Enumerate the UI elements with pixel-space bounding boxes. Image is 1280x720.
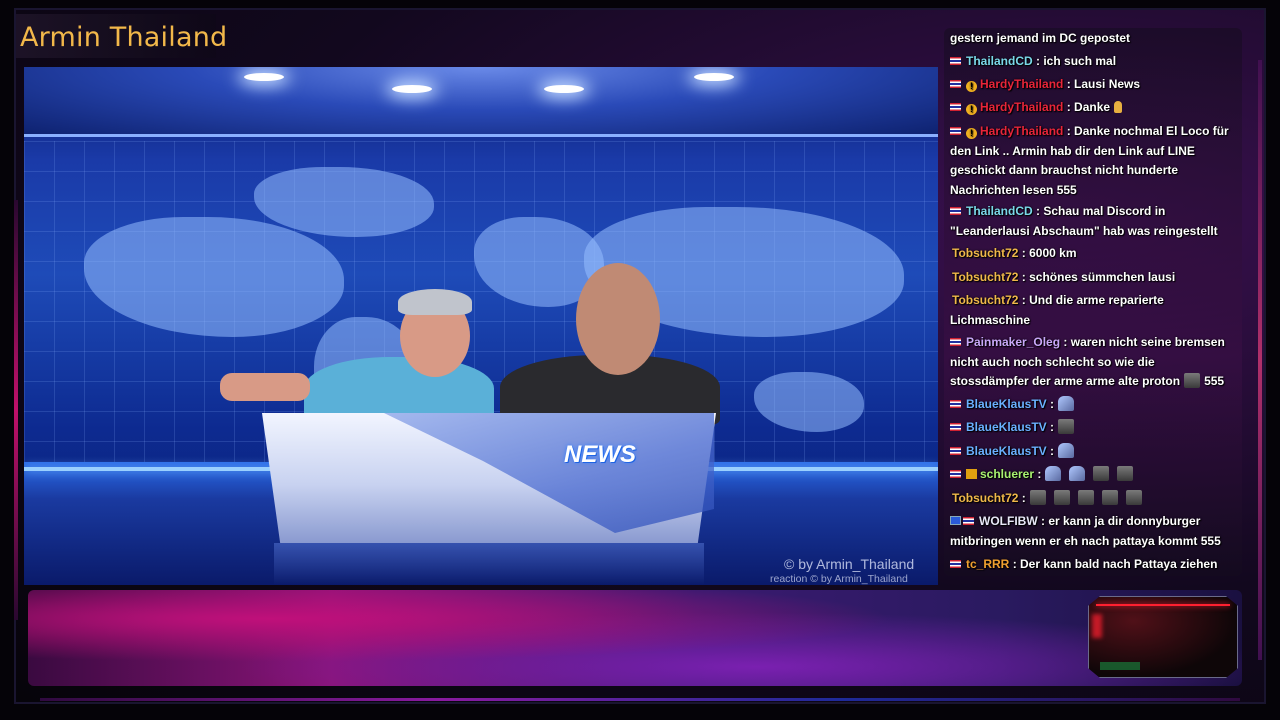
emote-icon [1058,396,1075,411]
chat-message: schluerer : [950,465,1236,485]
ceiling-light-icon [544,85,584,93]
chat-overlay: gestern jemand im DC gepostet ThailandCD… [944,28,1242,576]
subscriber-badge-icon: ! [966,128,977,139]
emote-icon [1029,490,1046,505]
thai-flag-icon [950,447,961,455]
presenter-left-arm [220,373,310,401]
emote-icon [1069,466,1086,481]
chat-username[interactable]: schluerer [980,467,1034,481]
chat-message: ! HardyThailand : Lausi News [950,75,1236,95]
chat-username[interactable]: Tobsucht72 [952,270,1018,284]
chat-message: ThailandCD : ich such mal [950,52,1236,72]
eu-flag-icon [950,516,961,525]
chat-message: Tobsucht72 : schönes sümmchen lausi [950,268,1236,288]
chat-message: Painmaker_Oleg : waren nicht seine brems… [950,333,1236,392]
chat-message: gestern jemand im DC gepostet [950,29,1236,49]
thai-flag-icon [950,560,961,568]
chat-message: BlaueKlausTV : [950,442,1236,462]
thai-flag-icon [950,207,961,215]
chat-username[interactable]: HardyThailand [980,124,1063,138]
thai-flag-icon [950,423,961,431]
chat-message: BlaueKlausTV : [950,418,1236,438]
thai-flag-icon [950,57,961,65]
subscriber-badge-icon: ! [966,104,977,115]
chat-username[interactable]: Tobsucht72 [952,246,1018,260]
thai-flag-icon [950,127,961,135]
frame-glow-left [14,200,18,620]
presenter-left-hair [398,289,472,315]
thai-flag-icon [950,400,961,408]
message-text: : [1021,491,1026,505]
chat-username[interactable]: HardyThailand [980,77,1063,91]
chat-username[interactable]: BlaueKlausTV [966,444,1047,458]
thai-flag-icon [950,103,961,111]
frame-glow-bottom [40,698,1240,701]
presenter-right-head [576,263,660,375]
chat-username[interactable]: Painmaker_Oleg [966,335,1060,349]
lower-third-bar [28,590,1242,686]
webcam-red-light [1096,604,1230,606]
message-text: : Danke [1066,100,1111,114]
emote-icon [1125,490,1142,505]
chat-username[interactable]: Tobsucht72 [952,293,1018,307]
chat-message: ThailandCD : Schau mal Discord in "Leand… [950,202,1236,241]
chat-message: ! HardyThailand : Danke [950,98,1236,118]
subscriber-badge-icon [966,469,977,479]
emote-icon [1058,419,1075,434]
pray-hands-icon [1114,101,1123,113]
chat-username[interactable]: ThailandCD [966,54,1033,68]
thai-flag-icon [950,470,961,478]
message-text: : [1050,420,1055,434]
subscriber-badge-icon: ! [966,81,977,92]
frame-glow-right [1258,60,1262,660]
chat-message: WOLFIBW : er kann ja dir donnyburger mit… [950,512,1236,551]
thai-flag-icon [950,338,961,346]
message-text: : Der kann bald nach Pattaya ziehen [1012,557,1218,571]
chat-username[interactable]: BlaueKlausTV [966,420,1047,434]
emote-icon [1101,490,1118,505]
message-text: : [1050,397,1055,411]
emote-icon [1093,466,1110,481]
emote-icon [1045,466,1062,481]
ceiling-light-icon [392,85,432,93]
message-text: : [1050,444,1055,458]
chat-username[interactable]: ThailandCD [966,204,1033,218]
message-text: : ich such mal [1036,54,1117,68]
stream-title: Armin Thailand [20,22,228,53]
news-desk-label: NEWS [564,441,636,468]
studio-ceiling [24,67,938,137]
chat-username[interactable]: Tobsucht72 [952,491,1018,505]
chat-message: Tobsucht72 : 6000 km [950,244,1236,264]
chat-username[interactable]: BlaueKlausTV [966,397,1047,411]
webcam-floor [1100,662,1140,670]
chat-message: Tobsucht72 : Und die arme reparierte Lic… [950,291,1236,330]
message-text: : schönes sümmchen lausi [1021,270,1176,284]
chat-username[interactable]: HardyThailand [980,100,1063,114]
message-suffix: 555 [1204,374,1225,388]
chat-username[interactable]: tc_RRR [966,557,1009,571]
thai-flag-icon [950,80,961,88]
chat-username[interactable]: WOLFIBW [979,514,1038,528]
video-feed: NEWS © by Armin_Thailand reaction © by A… [24,67,938,585]
ceiling-light-icon [694,73,734,81]
webcam-glow [1092,614,1102,638]
thai-flag-icon [963,517,974,525]
desk-reflection [274,543,704,585]
watermark-sub: reaction © by Armin_Thailand [770,573,908,585]
ceiling-light-icon [244,73,284,81]
chat-message: BlaueKlausTV : [950,395,1236,415]
message-text: : 6000 km [1021,246,1077,260]
watermark: © by Armin_Thailand [784,556,915,572]
emote-icon [1117,466,1134,481]
message-text: : Lausi News [1066,77,1141,91]
chat-message: tc_RRR : Der kann bald nach Pattaya zieh… [950,555,1236,575]
emote-icon [1077,490,1094,505]
emote-icon [1053,490,1070,505]
emote-icon [1184,373,1201,388]
chat-message: Tobsucht72 : [950,489,1236,509]
emote-icon [1058,443,1075,458]
message-text: gestern jemand im DC gepostet [950,31,1131,45]
chat-message: ! HardyThailand : Danke nochmal El Loco f… [950,122,1236,200]
message-text: : [1037,467,1042,481]
